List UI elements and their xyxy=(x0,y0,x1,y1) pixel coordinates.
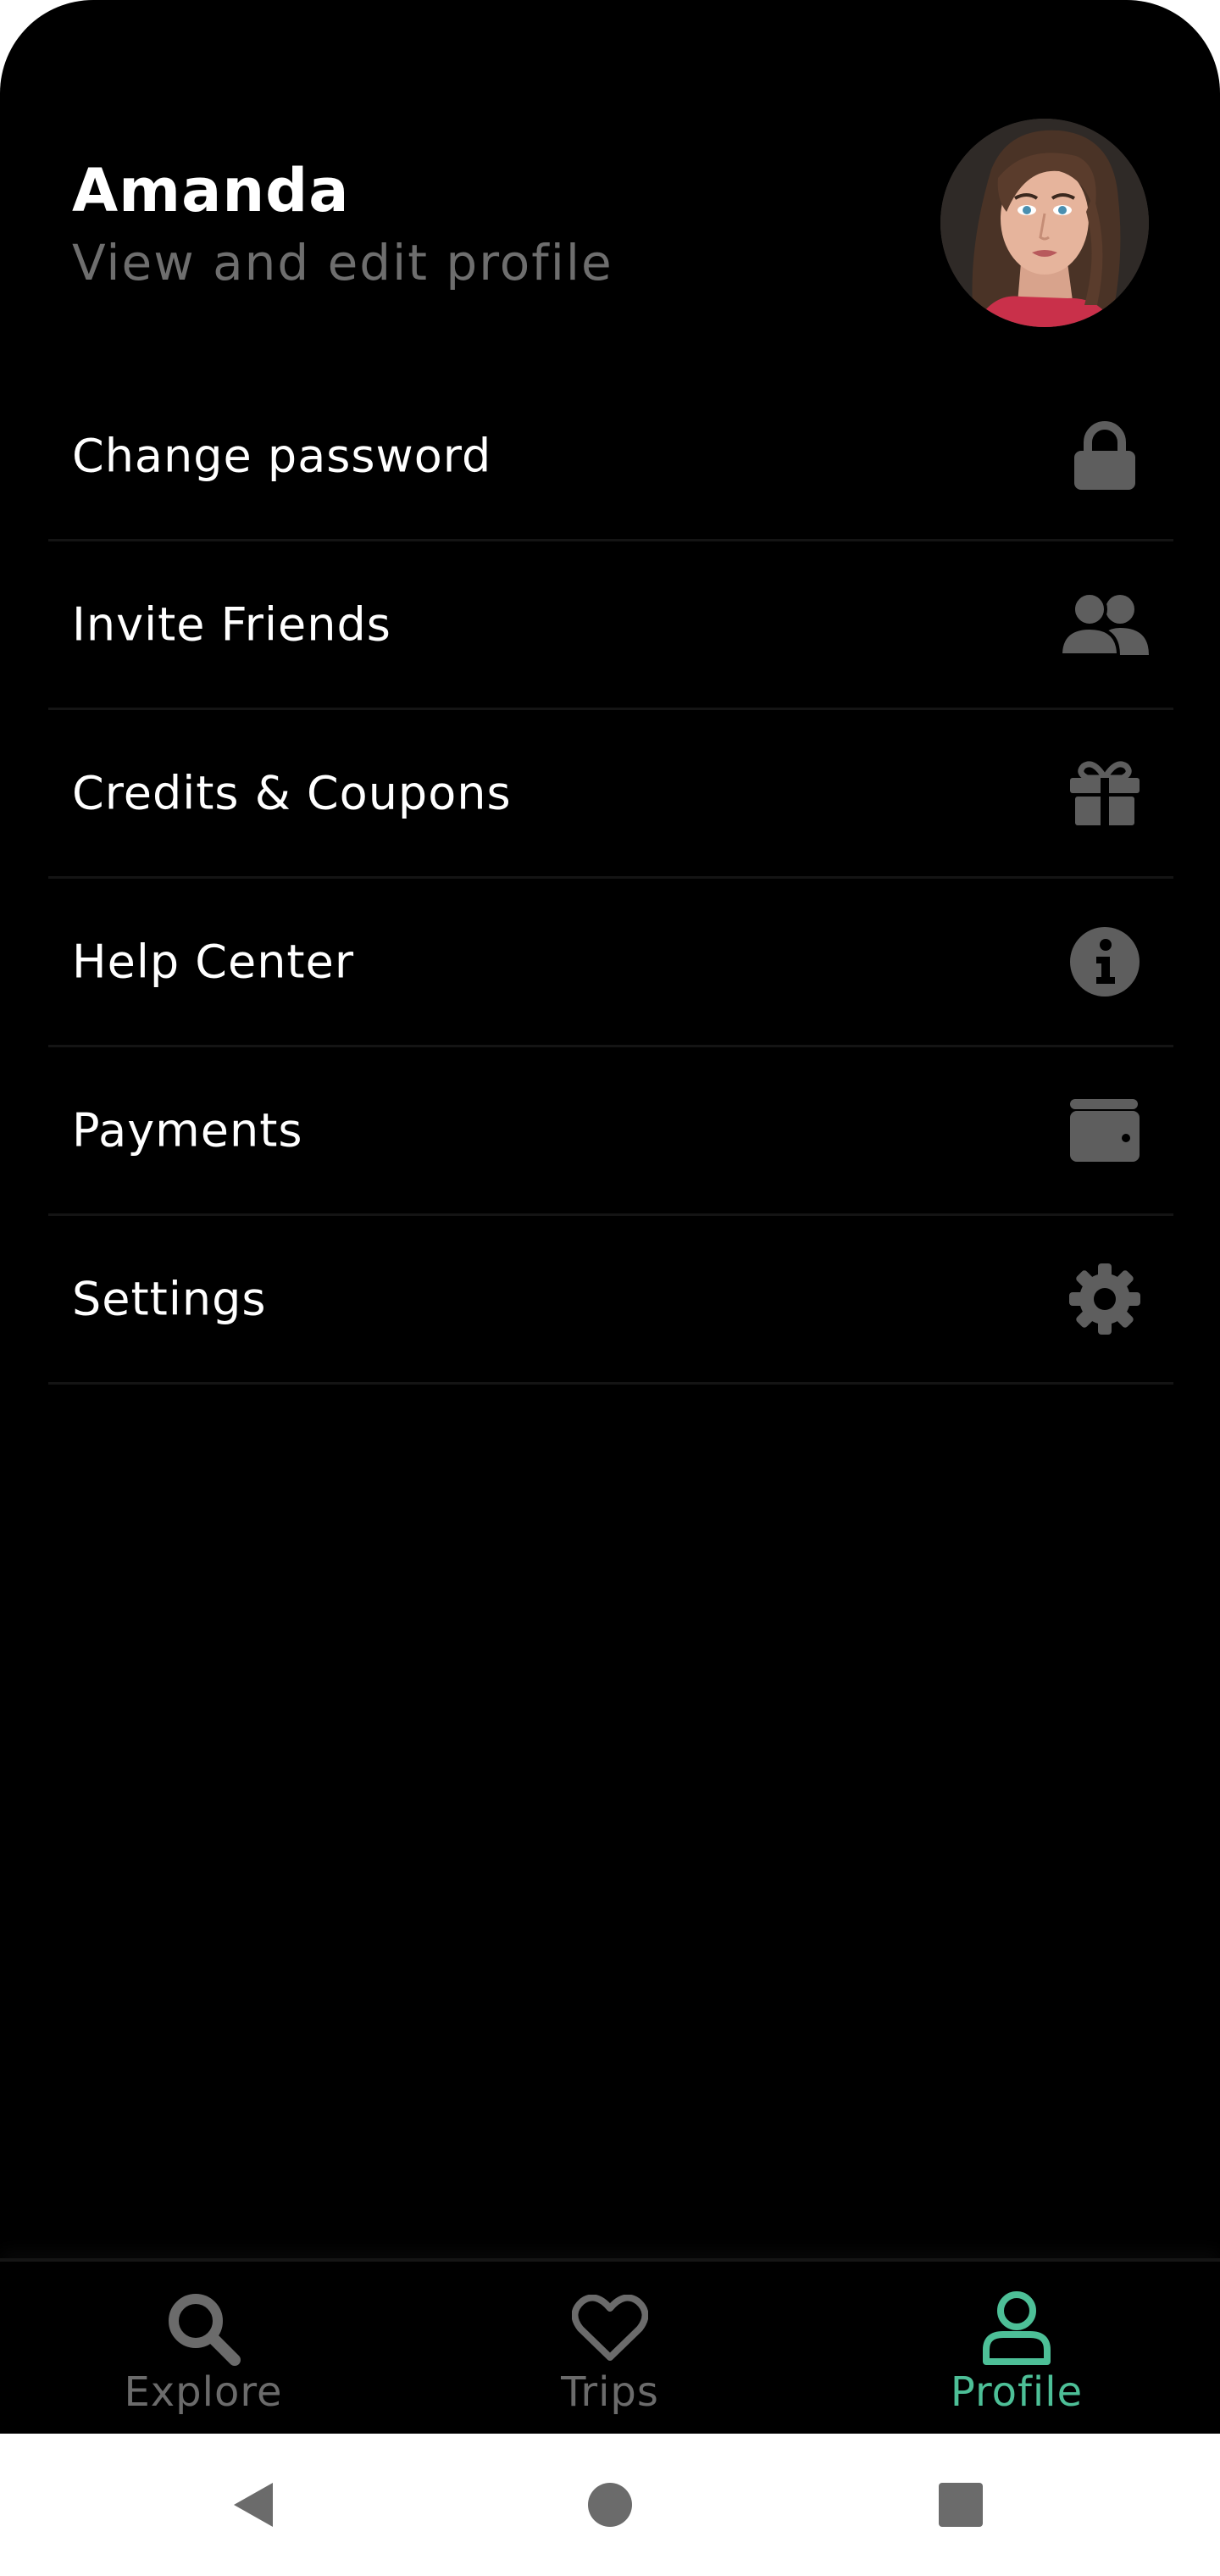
recents-icon[interactable] xyxy=(893,2434,1029,2576)
menu-item-label: Settings xyxy=(72,1272,267,1326)
menu-item-payments[interactable]: Payments xyxy=(48,1047,1173,1216)
tab-profile[interactable]: Profile xyxy=(813,2262,1220,2434)
menu-item-label: Payments xyxy=(72,1103,303,1158)
avatar[interactable] xyxy=(940,119,1149,327)
back-icon[interactable] xyxy=(186,2434,322,2576)
profile-header[interactable]: Amanda View and edit profile xyxy=(72,153,613,297)
menu-item-credits-coupons[interactable]: Credits & Coupons xyxy=(48,710,1173,879)
home-icon[interactable] xyxy=(542,2434,678,2576)
info-icon xyxy=(1058,924,1151,1000)
tab-label: Explore xyxy=(124,2368,283,2416)
profile-menu: Change password Invite Friends Credits &… xyxy=(48,373,1173,1385)
gear-icon xyxy=(1058,1261,1151,1337)
menu-item-help-center[interactable]: Help Center xyxy=(48,879,1173,1047)
bottom-tab-bar: Explore Trips Profile xyxy=(0,2258,1220,2434)
tab-trips[interactable]: Trips xyxy=(407,2262,813,2434)
menu-item-label: Help Center xyxy=(72,935,355,989)
menu-item-settings[interactable]: Settings xyxy=(48,1216,1173,1385)
user-icon xyxy=(976,2290,1057,2367)
heart-icon xyxy=(569,2290,651,2367)
user-name: Amanda xyxy=(72,156,350,225)
gift-icon xyxy=(1058,755,1151,831)
menu-item-label: Credits & Coupons xyxy=(72,766,512,820)
lock-icon xyxy=(1058,418,1151,494)
menu-item-change-password[interactable]: Change password xyxy=(48,373,1173,541)
view-edit-profile-link[interactable]: View and edit profile xyxy=(72,229,613,297)
menu-item-label: Invite Friends xyxy=(72,597,391,652)
users-icon xyxy=(1058,586,1151,663)
system-navigation-bar xyxy=(0,2434,1220,2576)
tab-explore[interactable]: Explore xyxy=(0,2262,407,2434)
menu-item-invite-friends[interactable]: Invite Friends xyxy=(48,541,1173,710)
search-icon xyxy=(163,2290,244,2367)
tab-label: Profile xyxy=(950,2368,1084,2416)
tab-label: Trips xyxy=(561,2368,659,2416)
avatar-photo xyxy=(940,119,1149,327)
menu-item-label: Change password xyxy=(72,429,492,483)
wallet-icon xyxy=(1058,1092,1151,1169)
profile-screen: Amanda View and edit profile Change pass… xyxy=(0,0,1220,2434)
